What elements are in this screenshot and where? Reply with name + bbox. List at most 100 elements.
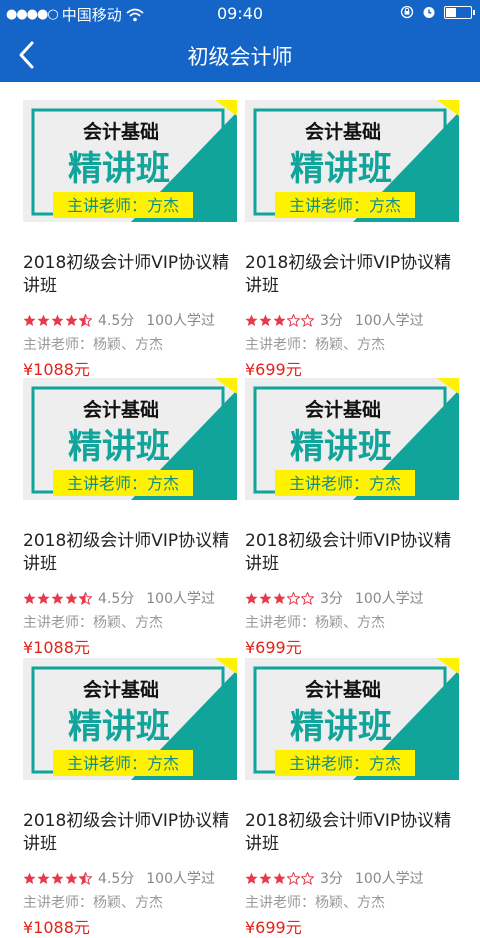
course-title: 2018初级会计师VIP协议精讲班 [245, 253, 452, 296]
rotation-lock-icon [400, 5, 414, 19]
rating-row: 3分 100人学过 [245, 869, 424, 887]
course-title: 2018初级会计师VIP协议精讲班 [245, 531, 452, 574]
star-full-icon [65, 592, 78, 604]
teacher-line: 主讲老师：杨颖、方杰 [23, 337, 163, 353]
star-rating [245, 313, 314, 327]
svg-text:主讲老师：方杰: 主讲老师：方杰 [289, 196, 401, 215]
course-price: ¥699元 [245, 638, 302, 657]
star-full-icon [23, 872, 36, 884]
rating-score: 4.5分 [98, 871, 135, 887]
course-price: ¥699元 [245, 360, 302, 379]
student-count: 100人学过 [354, 313, 424, 329]
student-count: 100人学过 [146, 313, 215, 329]
star-full-icon [259, 872, 272, 884]
star-half-icon [79, 591, 92, 605]
star-full-icon [23, 592, 36, 604]
course-thumbnail: 会计基础 精讲班 主讲老师：方杰 [23, 100, 237, 222]
course-thumbnail: 会计基础 精讲班 主讲老师：方杰 [23, 658, 237, 780]
app-header: ●●●●○ 中国移动 09:40 初级会计师 [0, 0, 480, 82]
course-price: ¥699元 [245, 918, 302, 937]
svg-text:会计基础: 会计基础 [305, 398, 381, 421]
svg-text:会计基础: 会计基础 [83, 678, 159, 701]
star-full-icon [23, 314, 36, 326]
rating-score: 3分 [320, 591, 343, 607]
svg-text:精讲班: 精讲班 [290, 149, 392, 189]
course-thumbnail: 会计基础 精讲班 主讲老师：方杰 [23, 378, 237, 500]
svg-text:会计基础: 会计基础 [305, 120, 381, 143]
rating-row: 3分 100人学过 [245, 589, 424, 607]
star-rating [23, 871, 92, 885]
star-full-icon [51, 314, 64, 326]
star-rating [245, 871, 314, 885]
status-bar: ●●●●○ 中国移动 09:40 [0, 0, 480, 27]
rating-score: 4.5分 [98, 591, 135, 607]
star-full-icon [51, 872, 64, 884]
student-count: 100人学过 [146, 871, 215, 887]
status-right [400, 5, 475, 19]
rating-row: 3分 100人学过 [245, 311, 424, 329]
star-rating [23, 591, 92, 605]
svg-text:精讲班: 精讲班 [290, 427, 392, 467]
star-full-icon [245, 314, 258, 326]
course-thumbnail: 会计基础 精讲班 主讲老师：方杰 [245, 658, 459, 780]
star-full-icon [245, 872, 258, 884]
rating-score: 3分 [320, 313, 343, 329]
teacher-line: 主讲老师：杨颖、方杰 [245, 895, 385, 911]
svg-text:会计基础: 会计基础 [83, 120, 159, 143]
battery-icon [444, 5, 475, 19]
rating-row: 4.5分 100人学过 [23, 311, 215, 329]
teacher-line: 主讲老师：杨颖、方杰 [23, 895, 163, 911]
star-empty-icon [287, 313, 300, 327]
star-half-icon [79, 313, 92, 327]
rating-score: 4.5分 [98, 313, 135, 329]
svg-text:主讲老师：方杰: 主讲老师：方杰 [67, 754, 179, 773]
star-empty-icon [287, 591, 300, 605]
star-empty-icon [301, 871, 314, 885]
star-full-icon [37, 314, 50, 326]
star-full-icon [273, 872, 286, 884]
student-count: 100人学过 [354, 591, 424, 607]
course-thumbnail: 会计基础 精讲班 主讲老师：方杰 [245, 100, 459, 222]
course-title: 2018初级会计师VIP协议精讲班 [23, 253, 230, 296]
star-full-icon [37, 872, 50, 884]
teacher-line: 主讲老师：杨颖、方杰 [245, 615, 385, 631]
star-full-icon [259, 314, 272, 326]
course-title: 2018初级会计师VIP协议精讲班 [23, 811, 230, 854]
teacher-line: 主讲老师：杨颖、方杰 [23, 615, 163, 631]
svg-text:主讲老师：方杰: 主讲老师：方杰 [67, 474, 179, 493]
course-title: 2018初级会计师VIP协议精讲班 [245, 811, 452, 854]
svg-text:会计基础: 会计基础 [83, 398, 159, 421]
teacher-line: 主讲老师：杨颖、方杰 [245, 337, 385, 353]
star-full-icon [51, 592, 64, 604]
course-title: 2018初级会计师VIP协议精讲班 [23, 531, 230, 574]
svg-text:精讲班: 精讲班 [68, 707, 170, 747]
star-full-icon [273, 592, 286, 604]
course-price: ¥1088元 [23, 638, 90, 657]
course-price: ¥1088元 [23, 360, 90, 379]
svg-text:会计基础: 会计基础 [305, 678, 381, 701]
star-full-icon [245, 592, 258, 604]
nav-bar: 初级会计师 [0, 27, 480, 82]
star-rating [245, 591, 314, 605]
star-empty-icon [301, 313, 314, 327]
battery-level [446, 7, 457, 17]
svg-text:主讲老师：方杰: 主讲老师：方杰 [289, 754, 401, 773]
course-thumbnail: 会计基础 精讲班 主讲老师：方杰 [245, 378, 459, 500]
svg-text:主讲老师：方杰: 主讲老师：方杰 [67, 196, 179, 215]
student-count: 100人学过 [354, 871, 424, 887]
star-full-icon [259, 592, 272, 604]
student-count: 100人学过 [146, 591, 215, 607]
star-full-icon [273, 314, 286, 326]
star-empty-icon [301, 591, 314, 605]
star-empty-icon [287, 871, 300, 885]
svg-text:精讲班: 精讲班 [68, 427, 170, 467]
course-price: ¥1088元 [23, 918, 90, 937]
svg-text:精讲班: 精讲班 [68, 149, 170, 189]
alarm-icon [423, 7, 435, 18]
star-full-icon [65, 872, 78, 884]
star-full-icon [65, 314, 78, 326]
star-rating [23, 313, 92, 327]
star-full-icon [37, 592, 50, 604]
rating-score: 3分 [320, 871, 343, 887]
rating-row: 4.5分 100人学过 [23, 869, 215, 887]
